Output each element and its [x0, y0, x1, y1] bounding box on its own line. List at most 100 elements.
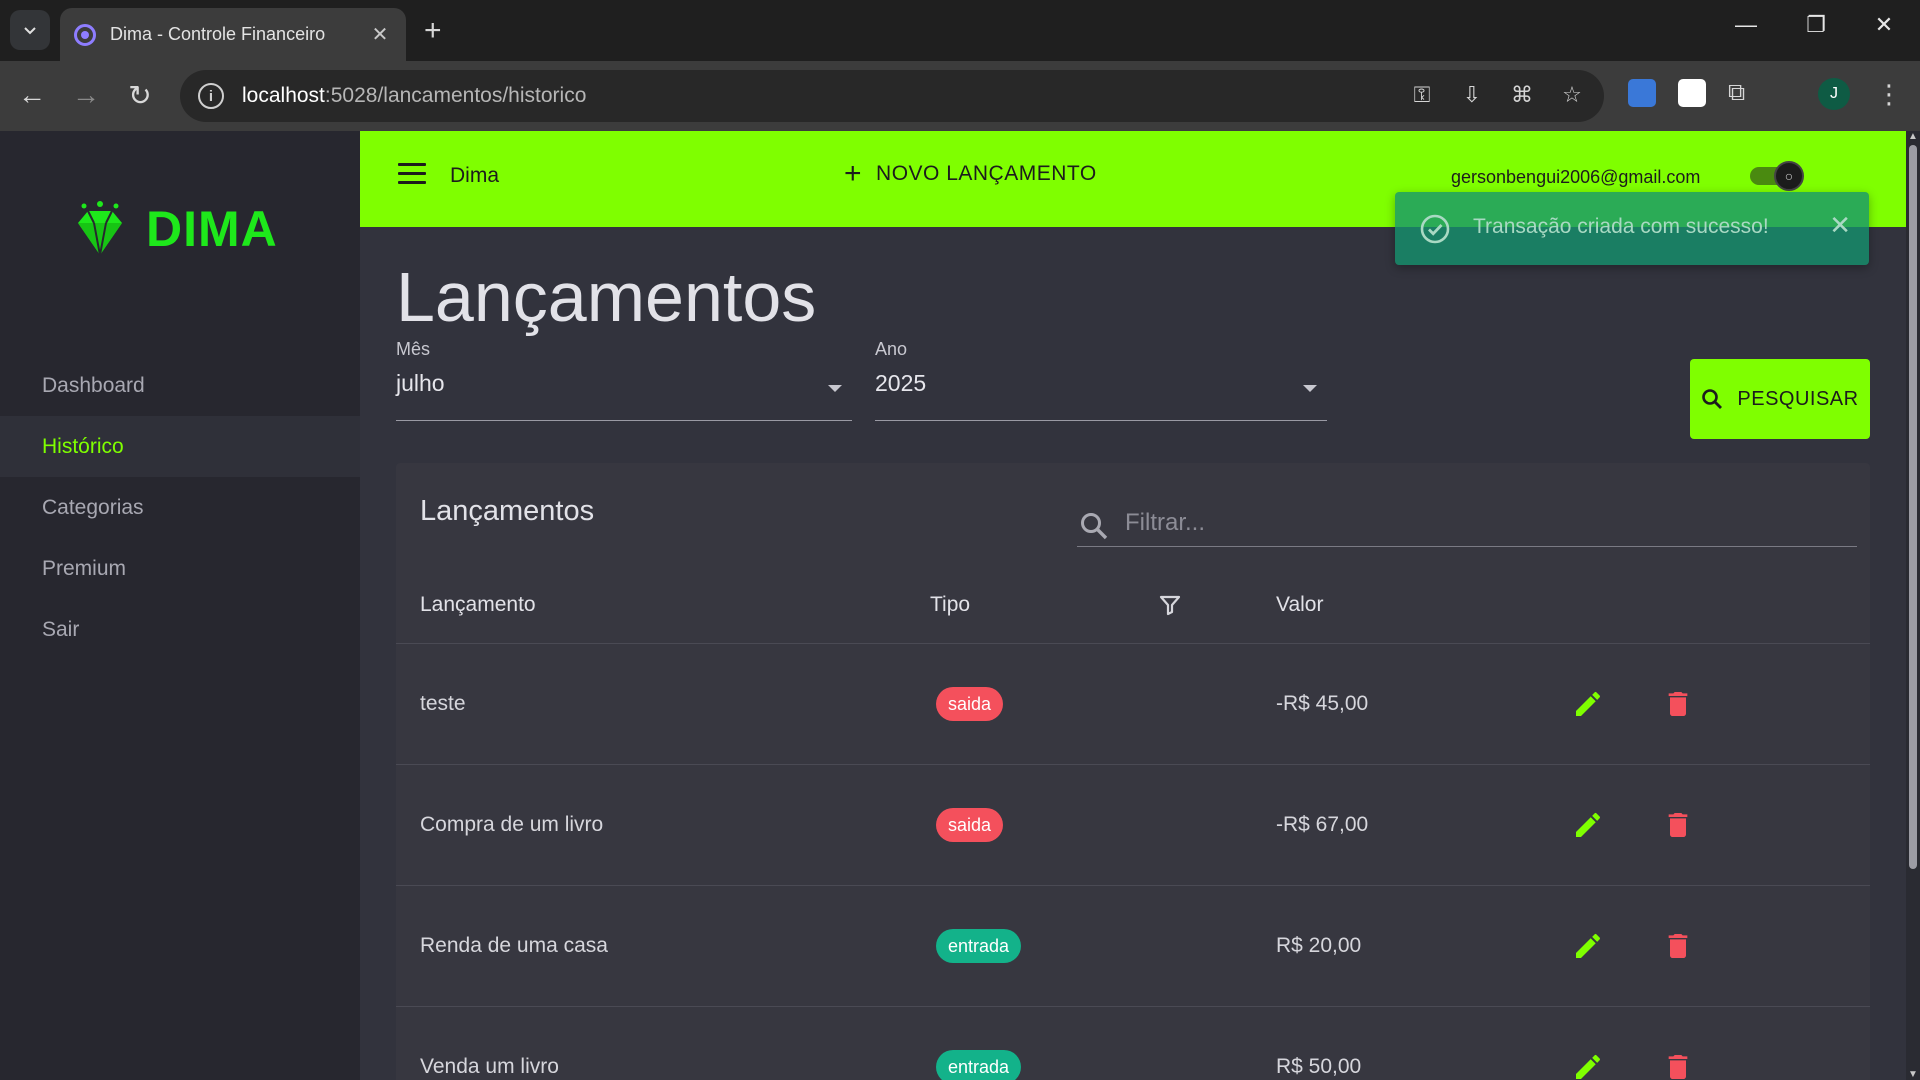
scrollbar-thumb[interactable] — [1909, 145, 1917, 869]
extension-notes-icon[interactable] — [1678, 79, 1706, 107]
scroll-up-icon[interactable]: ▲ — [1908, 131, 1918, 142]
delete-trash-icon[interactable] — [1662, 930, 1694, 962]
tab-title: Dima - Controle Financeiro — [110, 24, 326, 44]
browser-toolbar: ← → ↻ i localhost:5028/lancamentos/histo… — [0, 61, 1920, 131]
menu-hamburger-icon[interactable] — [398, 163, 426, 190]
url-host: localhost — [242, 84, 325, 107]
tab-search-button[interactable] — [10, 10, 50, 50]
edit-pencil-icon[interactable] — [1572, 930, 1604, 962]
profile-avatar[interactable]: J — [1818, 78, 1850, 110]
toast-close-icon[interactable]: ✕ — [1829, 210, 1851, 241]
search-icon — [1081, 513, 1108, 540]
new-entry-button[interactable]: + NOVO LANÇAMENTO — [844, 157, 1097, 190]
month-label: Mês — [396, 339, 431, 359]
column-header-description[interactable]: Lançamento — [420, 593, 536, 617]
sidebar-nav: Dashboard Histórico Categorias Premium S… — [0, 355, 360, 660]
theme-toggle[interactable]: ○ — [1750, 161, 1804, 191]
dropdown-arrow-icon — [828, 385, 842, 392]
year-value: 2025 — [875, 370, 927, 396]
sidebar-item-sair[interactable]: Sair — [0, 599, 360, 660]
search-button[interactable]: PESQUISAR — [1690, 359, 1870, 439]
main-content: Lançamentos Mês julho Ano 2025 PESQUISAR… — [360, 227, 1906, 1080]
url-path: :5028/lancamentos/historico — [324, 84, 587, 107]
appbar-title: Dima — [450, 164, 500, 187]
page-scrollbar[interactable]: ▲ ▼ — [1906, 131, 1920, 1080]
type-badge: entrada — [936, 1050, 1022, 1080]
success-toast: Transação criada com sucesso! ✕ — [1395, 192, 1869, 265]
install-app-icon[interactable]: ⇩ — [1460, 82, 1484, 108]
plus-icon: + — [844, 157, 863, 190]
table-row: Compra de um livro saida -R$ 67,00 — [396, 765, 1870, 886]
check-circle-icon — [1420, 214, 1450, 244]
address-bar[interactable]: i localhost:5028/lancamentos/historico ⚿… — [180, 70, 1604, 122]
password-key-icon[interactable]: ⚿ — [1410, 82, 1434, 108]
diamond-icon — [78, 201, 122, 256]
bookmark-star-icon[interactable]: ☆ — [1560, 82, 1584, 108]
year-select[interactable]: Ano 2025 — [875, 339, 1327, 421]
year-label: Ano — [875, 339, 908, 359]
reload-icon[interactable]: ↻ — [122, 79, 158, 112]
row-value: -R$ 45,00 — [1276, 692, 1369, 715]
column-header-type[interactable]: Tipo — [930, 593, 970, 617]
search-icon — [1702, 389, 1723, 409]
brand-name: DIMA — [146, 201, 278, 257]
table-row: Venda um livro entrada R$ 50,00 — [396, 1007, 1870, 1080]
extensions-puzzle-icon[interactable]: ⧉ — [1728, 79, 1745, 107]
page-title: Lançamentos — [396, 258, 817, 336]
sidebar-item-dashboard[interactable]: Dashboard — [0, 355, 360, 416]
table-title: Lançamentos — [420, 495, 595, 527]
row-description: teste — [420, 692, 466, 715]
row-description: Renda de uma casa — [420, 934, 608, 957]
edit-pencil-icon[interactable] — [1572, 809, 1604, 841]
month-value: julho — [396, 370, 445, 396]
browser-tabstrip: Dima - Controle Financeiro ✕ + — ❐ ✕ — [0, 0, 1920, 61]
toast-message: Transação criada com sucesso! — [1473, 215, 1769, 238]
lightbulb-icon: ○ — [1774, 161, 1804, 191]
table-row: teste saida -R$ 45,00 — [396, 644, 1870, 765]
search-button-label: PESQUISAR — [1737, 387, 1859, 410]
dropdown-arrow-icon — [1303, 385, 1317, 392]
restore-icon[interactable]: ❐ — [1796, 12, 1836, 38]
forward-icon[interactable]: → — [68, 79, 104, 111]
edit-pencil-icon[interactable] — [1572, 688, 1604, 720]
filter-funnel-icon[interactable] — [1158, 593, 1182, 617]
month-underline — [396, 420, 852, 421]
user-email: gersonbengui2006@gmail.com — [1451, 167, 1701, 187]
tab-close-icon[interactable]: ✕ — [368, 22, 392, 47]
type-badge: saida — [936, 687, 1004, 721]
row-value: R$ 50,00 — [1276, 1055, 1362, 1078]
brand-logo: DIMA — [72, 199, 278, 259]
filter-placeholder: Filtrar... — [1125, 509, 1206, 536]
browser-menu-icon[interactable]: ⋮ — [1876, 79, 1902, 110]
back-icon[interactable]: ← — [14, 79, 50, 111]
minimize-icon[interactable]: — — [1726, 12, 1766, 38]
app-root: DIMA Dashboard Histórico Categorias Prem… — [0, 131, 1920, 1080]
row-description: Compra de um livro — [420, 813, 604, 836]
sidebar-item-historico[interactable]: Histórico — [0, 416, 360, 477]
transactions-table: Lançamentos Filtrar... Lançamento Tipo V… — [396, 463, 1870, 1080]
chevron-down-icon — [24, 27, 36, 35]
sidebar-item-premium[interactable]: Premium — [0, 538, 360, 599]
new-entry-label: NOVO LANÇAMENTO — [876, 162, 1097, 185]
tab-favicon-icon — [74, 23, 96, 46]
month-select[interactable]: Mês julho — [396, 339, 852, 421]
sidebar: DIMA Dashboard Histórico Categorias Prem… — [0, 131, 360, 1080]
browser-tab[interactable]: Dima - Controle Financeiro ✕ — [60, 8, 406, 61]
delete-trash-icon[interactable] — [1662, 1051, 1694, 1080]
new-tab-button[interactable]: + — [424, 14, 442, 48]
delete-trash-icon[interactable] — [1662, 809, 1694, 841]
extension-docs-icon[interactable] — [1628, 79, 1656, 107]
column-header-value[interactable]: Valor — [1276, 593, 1323, 617]
window-close-icon[interactable]: ✕ — [1864, 12, 1904, 38]
sidebar-item-categorias[interactable]: Categorias — [0, 477, 360, 538]
scroll-down-icon[interactable]: ▼ — [1908, 1069, 1918, 1080]
translate-icon[interactable]: ⌘ — [1510, 82, 1534, 108]
row-description: Venda um livro — [420, 1055, 559, 1078]
row-value: -R$ 67,00 — [1276, 813, 1369, 836]
site-info-icon[interactable]: i — [198, 83, 224, 109]
filter-input[interactable]: Filtrar... — [1077, 499, 1857, 547]
type-badge: saida — [936, 808, 1004, 842]
delete-trash-icon[interactable] — [1662, 688, 1694, 720]
type-badge: entrada — [936, 929, 1022, 963]
edit-pencil-icon[interactable] — [1572, 1051, 1604, 1080]
